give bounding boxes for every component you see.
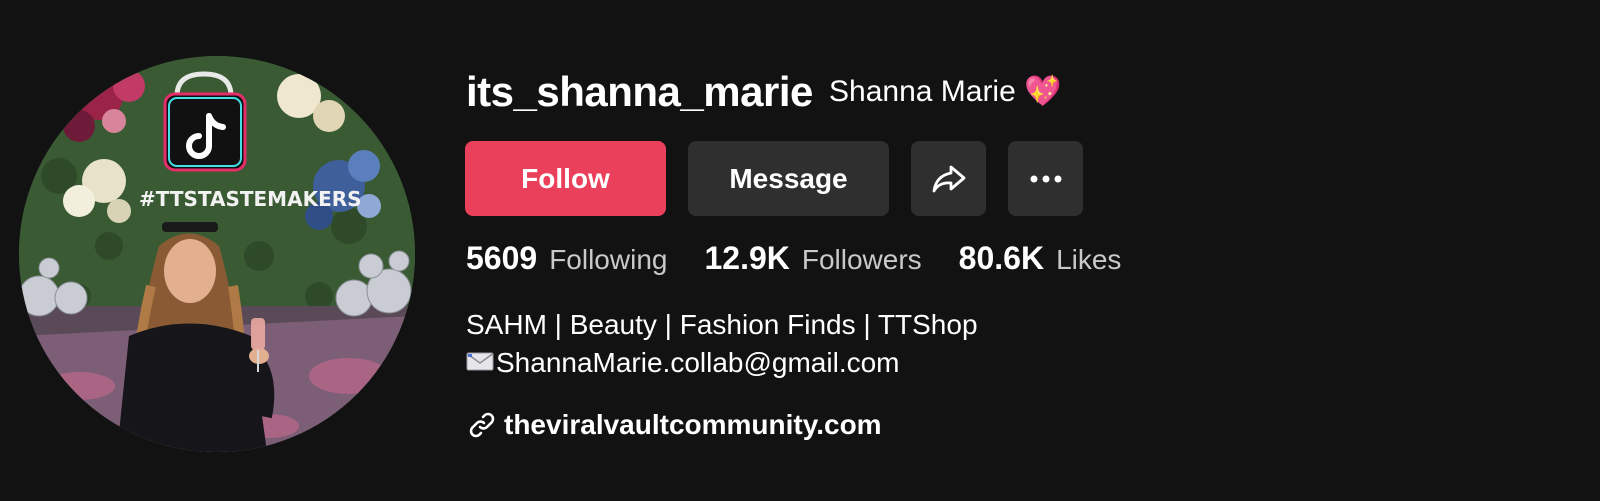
avatar-hashtag: #TTSTASTEMAKERS [139, 187, 362, 211]
following-count: 5609 [466, 240, 538, 276]
envelope-icon [466, 344, 494, 382]
display-name-text: Shanna Marie [829, 75, 1016, 108]
likes-label: Likes [1056, 244, 1122, 275]
share-button[interactable] [911, 141, 986, 216]
following-label: Following [549, 244, 668, 275]
share-arrow-icon [931, 163, 967, 195]
stat-followers[interactable]: 12.9K Followers [704, 240, 921, 277]
likes-count: 80.6K [958, 240, 1045, 276]
username: its_shanna_marie [466, 68, 813, 115]
message-button[interactable]: Message [688, 141, 889, 216]
bio-line-2: ShannaMarie.collab@gmail.com [466, 344, 978, 382]
bio-email: ShannaMarie.collab@gmail.com [496, 347, 900, 378]
link-icon [468, 411, 496, 439]
link-text: theviralvaultcommunity.com [504, 409, 882, 440]
more-dots-icon [1030, 175, 1062, 183]
profile-stats: 5609 Following 12.9K Followers 80.6K Lik… [466, 240, 1158, 277]
follow-button[interactable]: Follow [465, 141, 666, 216]
display-name: Shanna Marie 💖 [829, 72, 1062, 112]
stat-following[interactable]: 5609 Following [466, 240, 667, 277]
followers-label: Followers [801, 244, 922, 275]
stat-likes: 80.6K Likes [959, 240, 1122, 277]
more-options-button[interactable] [1008, 141, 1083, 216]
heart-emoji: 💖 [1024, 75, 1062, 108]
profile-bio: SAHM | Beauty | Fashion Finds | TTShop S… [466, 306, 978, 382]
bio-line-1: SAHM | Beauty | Fashion Finds | TTShop [466, 309, 978, 340]
followers-count: 12.9K [704, 240, 790, 276]
profile-link[interactable]: theviralvaultcommunity.com [468, 409, 882, 441]
profile-avatar[interactable]: #TTSTASTEMAKERS [19, 56, 415, 452]
